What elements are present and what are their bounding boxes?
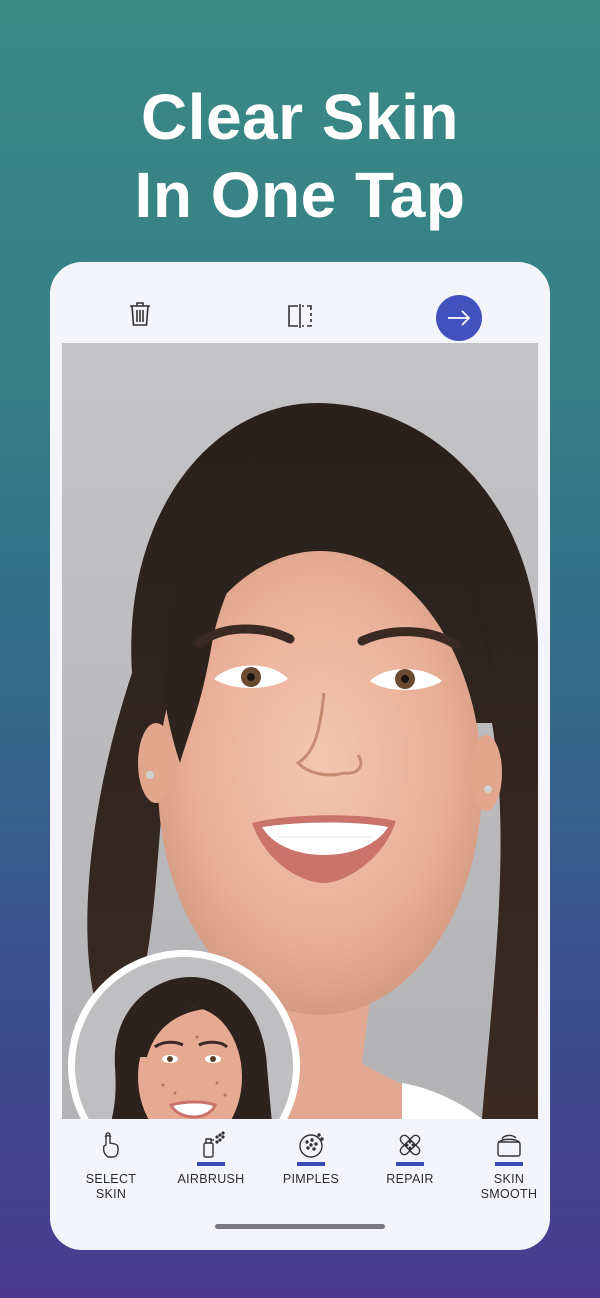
tool-label: SELECT SKIN [85, 1172, 137, 1201]
tool-label: SKIN SMOOTH [480, 1172, 538, 1201]
before-photo [75, 957, 293, 1119]
tool-bar: SELECT SKIN AIRBRUSH PIMPLES REPAIR SKIN… [50, 1122, 550, 1212]
trash-icon [130, 302, 150, 326]
tool-select-skin[interactable]: SELECT SKIN [63, 1130, 159, 1202]
tool-label: REPAIR [386, 1172, 434, 1186]
home-indicator [215, 1224, 385, 1229]
bandage-icon [399, 1134, 421, 1156]
finger-tap-icon [102, 1132, 119, 1158]
pimples-icon [299, 1133, 324, 1158]
tool-label: AIRBRUSH [177, 1172, 245, 1186]
tool-label: PIMPLES [282, 1172, 340, 1186]
tool-airbrush[interactable]: AIRBRUSH [163, 1130, 259, 1187]
headline-line-2: In One Tap [134, 159, 466, 231]
headline-line-1: Clear Skin [140, 81, 460, 153]
tool-pimples[interactable]: PIMPLES [263, 1130, 359, 1187]
tool-repair[interactable]: REPAIR [362, 1130, 458, 1187]
arrow-right-icon [448, 310, 471, 326]
top-toolbar [50, 262, 550, 342]
headline: Clear Skin In One Tap [0, 78, 600, 234]
delete-button[interactable] [126, 298, 154, 330]
tool-skin-smooth[interactable]: SKIN SMOOTH [461, 1130, 550, 1202]
compare-button[interactable] [286, 302, 314, 330]
cream-jar-icon [497, 1134, 521, 1157]
phone-frame: SELECT SKIN AIRBRUSH PIMPLES REPAIR SKIN… [50, 262, 550, 1250]
airbrush-icon [203, 1131, 225, 1158]
edited-photo[interactable] [62, 343, 538, 1119]
portrait-before-image [111, 977, 272, 1119]
next-button[interactable] [436, 295, 482, 341]
compare-icon [288, 304, 312, 328]
